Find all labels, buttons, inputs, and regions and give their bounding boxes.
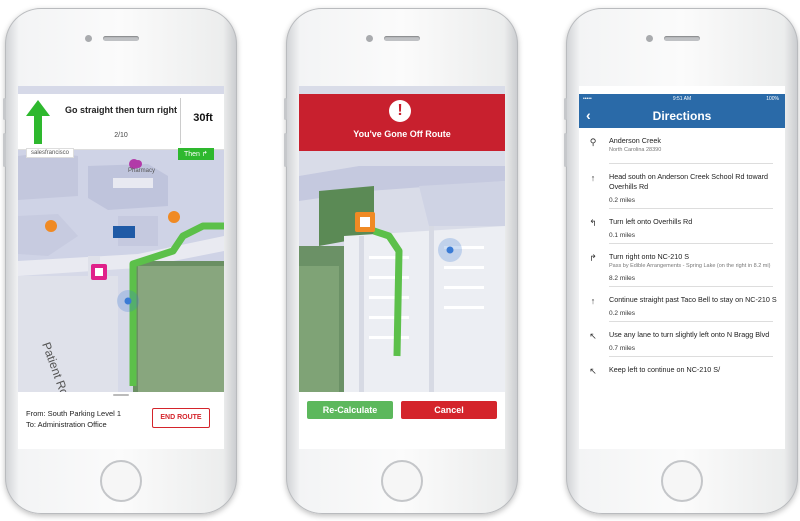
alert-exclamation-icon: !	[389, 100, 411, 122]
step-distance: 0.7 miles	[609, 340, 773, 357]
direction-step[interactable]: ↖ Use any lane to turn slightly left ont…	[579, 322, 785, 357]
then-next-turn-badge: Then ↱	[178, 148, 214, 160]
arrow-up-icon: ↑	[590, 173, 596, 183]
directions-list: ⚲ Anderson Creek North Carolina 28390 ↑ …	[579, 128, 785, 385]
step-counter: 2/10	[114, 132, 128, 139]
keep-left-icon: ↖	[589, 366, 597, 376]
map-location-tag: salesfrancisco	[26, 148, 75, 158]
instruction-text: Go straight then turn right	[65, 105, 177, 115]
status-time: 9:51 AM	[672, 96, 692, 102]
direction-step[interactable]: ↑ Continue straight past Taco Bell to st…	[579, 287, 785, 322]
step-text: Use any lane to turn slightly left onto …	[609, 330, 770, 339]
distance-value: 30ft	[193, 112, 213, 124]
location-pin-icon: ⚲	[589, 137, 597, 147]
offroute-title: You've Gone Off Route	[353, 129, 451, 139]
status-bar: ••••• 9:51 AM 100%	[579, 94, 785, 104]
route-from: From: South Parking Level 1	[26, 409, 122, 418]
direction-step[interactable]: ⚲ Anderson Creek North Carolina 28390	[579, 128, 785, 164]
home-button[interactable]	[661, 460, 703, 502]
drag-handle[interactable]	[113, 394, 129, 396]
arrow-up-icon: ↑	[590, 296, 596, 306]
step-text: Turn right onto NC-210 S	[609, 252, 690, 261]
instruction-banner[interactable]: Go straight then turn right 2/10 30ft	[18, 94, 224, 150]
step-subtext: North Carolina 28390	[609, 147, 662, 153]
turn-left-icon: ↰	[589, 218, 597, 228]
battery-level: 100%	[766, 96, 779, 102]
route-summary-card: From: South Parking Level 1 To: Administ…	[18, 392, 224, 449]
step-text: Head south on Anderson Creek School Rd t…	[609, 172, 769, 191]
navigation-screen: Patient Ro Pharmacy Go straight then tur…	[18, 86, 224, 449]
offroute-action-bar: Re-Calculate Cancel	[299, 392, 505, 449]
front-camera	[366, 35, 373, 42]
phone-frame-directions: ••••• 9:51 AM 100% ‹ Directions ⚲ Anders…	[564, 8, 798, 514]
turn-right-icon: ↱	[589, 253, 597, 263]
step-distance: 0.1 miles	[609, 227, 773, 244]
step-text: Turn left onto Overhills Rd	[609, 217, 693, 226]
home-button[interactable]	[100, 460, 142, 502]
step-text: Anderson Creek	[609, 136, 661, 145]
earpiece-speaker	[384, 36, 420, 41]
step-distance	[609, 154, 773, 164]
end-route-button[interactable]: END ROUTE	[152, 408, 210, 428]
step-text: Continue straight past Taco Bell to stay…	[609, 295, 777, 304]
step-distance: 0.2 miles	[609, 305, 773, 322]
directions-header: ‹ Directions	[579, 104, 785, 128]
offroute-alert-banner: ! You've Gone Off Route	[299, 94, 505, 151]
step-subtext: Pass by Edible Arrangements - Spring Lak…	[609, 263, 771, 269]
step-distance: 0.2 miles	[609, 192, 773, 209]
direction-step[interactable]: ↑ Head south on Anderson Creek School Rd…	[579, 164, 785, 209]
earpiece-speaker	[103, 36, 139, 41]
directions-screen: ••••• 9:51 AM 100% ‹ Directions ⚲ Anders…	[579, 86, 785, 449]
page-title: Directions	[652, 109, 712, 123]
front-camera	[85, 35, 92, 42]
route-endpoints: From: South Parking Level 1 To: Administ…	[26, 408, 121, 430]
front-camera	[646, 35, 653, 42]
earpiece-speaker	[664, 36, 700, 41]
turn-right-icon: ↱	[201, 151, 208, 158]
route-to: To: Administration Office	[26, 420, 107, 429]
step-text: Keep left to continue on NC-210 S/	[609, 365, 721, 374]
offroute-screen: ! You've Gone Off Route Re-Calculate Can…	[299, 86, 505, 449]
then-label: Then	[184, 151, 200, 158]
slight-left-icon: ↖	[589, 331, 597, 341]
step-distance: 8.2 miles	[609, 270, 773, 287]
direction-step[interactable]: ↱ Turn right onto NC-210 S Pass by Edibl…	[579, 244, 785, 287]
pharmacy-label: Pharmacy	[128, 168, 155, 174]
banner-divider	[180, 98, 181, 144]
phone-frame-offroute: ! You've Gone Off Route Re-Calculate Can…	[284, 8, 518, 514]
direction-step[interactable]: ↖ Keep left to continue on NC-210 S/	[579, 357, 785, 385]
cancel-button[interactable]: Cancel	[401, 401, 497, 419]
phone-frame-navigation: Patient Ro Pharmacy Go straight then tur…	[3, 8, 237, 514]
direction-step[interactable]: ↰ Turn left onto Overhills Rd 0.1 miles	[579, 209, 785, 244]
straight-arrow-icon	[26, 100, 50, 144]
recalculate-button[interactable]: Re-Calculate	[307, 401, 393, 419]
home-button[interactable]	[381, 460, 423, 502]
